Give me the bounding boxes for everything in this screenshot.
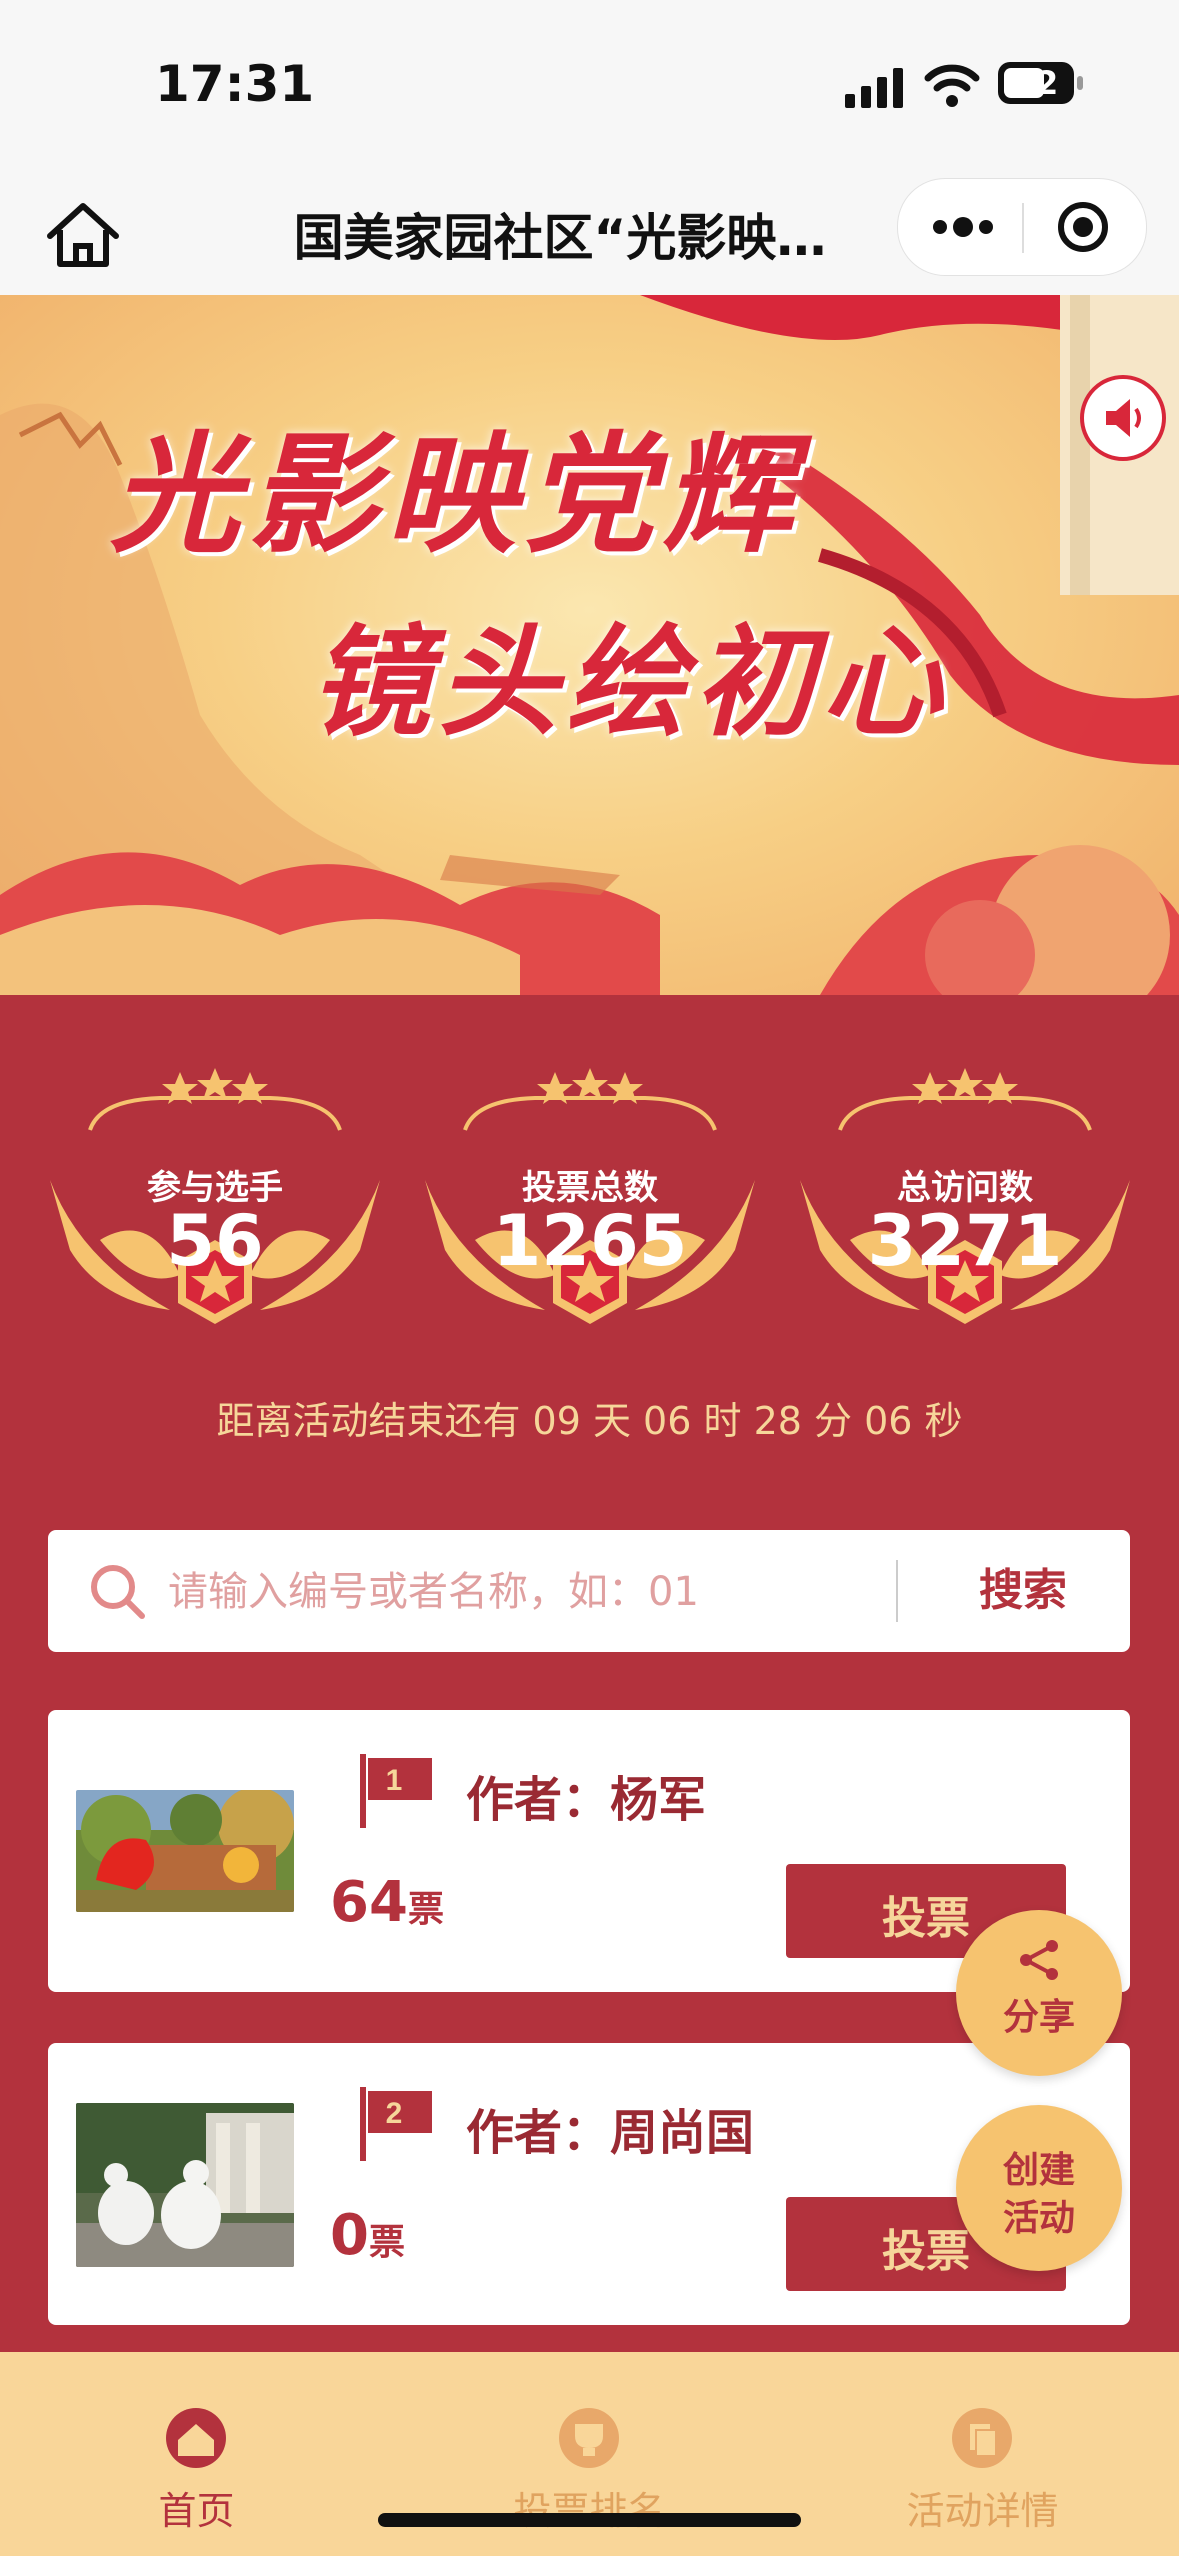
stat-value: 56 [166, 1200, 264, 1282]
entry-author: 作者：周尚国 [466, 2105, 755, 2161]
tab-details[interactable]: 活动详情 [786, 2352, 1179, 2556]
entry-votes: 64票 [330, 1870, 444, 1935]
entry-photo-image [76, 1790, 294, 1912]
battery-tip [1077, 76, 1083, 90]
stat-total-votes: 投票总数 1265 [415, 1060, 765, 1350]
home-icon [166, 2408, 226, 2468]
banner-title-line2: 镜头绘初心 [310, 612, 950, 753]
trophy-icon [559, 2408, 619, 2468]
mini-program-capsule [897, 178, 1147, 276]
battery-icon: 52 [998, 62, 1074, 104]
banner-title-line1: 光影映党辉 [110, 418, 801, 571]
stat-participants: 参与选手 56 [40, 1060, 390, 1350]
rank-flag-icon: 2 [360, 2087, 432, 2161]
wifi-icon [924, 64, 980, 107]
rank-flag-icon: 1 [360, 1754, 432, 1828]
vote-count: 0 [330, 2203, 369, 2268]
rank-number: 1 [386, 1764, 403, 1797]
vote-unit: 票 [407, 1889, 444, 1930]
rank-number: 2 [386, 2097, 403, 2130]
search-input[interactable] [166, 1558, 930, 1626]
share-label: 分享 [1002, 1997, 1075, 2038]
page-title: 国美家园社区“光影映… [293, 209, 827, 267]
entry-votes: 0票 [330, 2203, 405, 2268]
search-divider [896, 1560, 898, 1622]
create-activity-button[interactable]: 创建 活动 [956, 2105, 1122, 2271]
search-button[interactable]: 搜索 [918, 1558, 1128, 1624]
signal-icon [845, 68, 903, 108]
entry-photo[interactable] [76, 2103, 294, 2267]
vote-unit: 票 [368, 2222, 405, 2263]
battery-level: 52 [1013, 64, 1059, 102]
vote-count: 64 [330, 1870, 408, 1935]
status-bar: 17:31 52 [0, 0, 1179, 170]
close-mini-program-icon[interactable] [1038, 199, 1128, 255]
tab-home[interactable]: 首页 [0, 2352, 393, 2556]
capsule-divider [1022, 203, 1024, 253]
tab-label: 首页 [158, 2489, 235, 2533]
stat-value: 3271 [867, 1200, 1063, 1282]
stat-value: 1265 [492, 1200, 688, 1282]
music-toggle-button[interactable] [1080, 375, 1166, 461]
more-icon[interactable] [918, 199, 1008, 255]
document-icon [952, 2408, 1012, 2468]
tab-label: 活动详情 [906, 2489, 1059, 2533]
entry-author: 作者：杨军 [466, 1772, 707, 1828]
stat-total-visits: 总访问数 3271 [790, 1060, 1140, 1350]
entry-photo[interactable] [76, 1790, 294, 1912]
create-label-line2: 活动 [1002, 2198, 1075, 2239]
entry-photo-image [76, 2103, 294, 2267]
home-indicator [378, 2513, 801, 2527]
create-label-line1: 创建 [1002, 2150, 1075, 2191]
home-icon[interactable] [40, 200, 126, 270]
countdown-timer: 距离活动结束还有 09 天 06 时 28 分 06 秒 [216, 1399, 963, 1443]
share-button[interactable]: 分享 [956, 1910, 1122, 2076]
speaker-icon [1106, 399, 1141, 437]
banner: 光影映党辉 镜头绘初心 [0, 295, 1179, 995]
share-icon [1020, 1940, 1058, 1980]
search-icon [91, 1565, 145, 1619]
nav-bar: 国美家园社区“光影映… [0, 170, 1179, 295]
search-bar: 搜索 [48, 1530, 1130, 1652]
status-time: 17:31 [155, 55, 315, 113]
